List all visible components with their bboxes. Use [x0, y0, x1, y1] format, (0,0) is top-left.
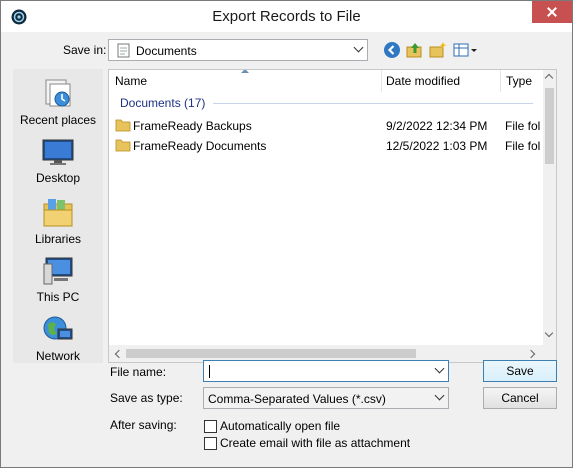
auto-open-checkbox[interactable] — [204, 420, 217, 433]
title-bar: Export Records to File — [1, 1, 572, 32]
dialog-title: Export Records to File — [212, 8, 361, 25]
vertical-scroll-thumb[interactable] — [545, 88, 554, 164]
chevron-down-icon[interactable] — [434, 390, 445, 401]
place-label: Libraries — [34, 232, 82, 246]
file-date: 9/2/2022 12:34 PM — [386, 119, 488, 133]
column-header-type[interactable]: Type — [506, 70, 532, 92]
save-as-type-value: Comma-Separated Values (*.csv) — [208, 392, 386, 406]
place-label: This PC — [36, 290, 80, 304]
save-as-type-select[interactable]: Comma-Separated Values (*.csv) — [203, 387, 449, 409]
create-email-checkbox[interactable] — [204, 437, 217, 450]
column-divider[interactable] — [500, 70, 501, 92]
file-name-label: File name: — [110, 365, 167, 379]
up-folder-icon[interactable] — [406, 41, 424, 59]
column-header-date-modified[interactable]: Date modified — [386, 70, 460, 92]
save-in-combo[interactable]: Documents — [108, 39, 368, 61]
list-item[interactable]: FrameReady Documents 12/5/2022 1:03 PM F… — [109, 136, 543, 156]
scroll-right-icon[interactable] — [526, 349, 536, 359]
file-type: File fol — [505, 139, 541, 153]
save-in-value: Documents — [136, 44, 197, 58]
place-network[interactable]: Network — [13, 315, 103, 363]
place-label: Network — [35, 349, 80, 363]
network-icon — [43, 316, 73, 340]
group-header[interactable]: Documents (17) — [120, 96, 205, 110]
libraries-icon — [43, 199, 73, 227]
folder-icon — [115, 119, 131, 132]
this-pc-icon — [43, 257, 73, 285]
file-date: 12/5/2022 1:03 PM — [386, 139, 488, 153]
chevron-down-icon[interactable] — [434, 363, 445, 374]
create-email-label[interactable]: Create email with file as attachment — [220, 436, 410, 450]
place-this-pc[interactable]: This PC — [13, 256, 103, 304]
view-menu-icon[interactable] — [453, 41, 479, 59]
group-divider — [213, 103, 533, 104]
column-header-name[interactable]: Name — [115, 70, 147, 92]
place-desktop[interactable]: Desktop — [13, 137, 103, 185]
chevron-down-icon[interactable] — [353, 42, 364, 53]
file-list[interactable]: Name Date modified Type Documents (17) F… — [108, 69, 557, 363]
back-arrow-icon[interactable] — [383, 41, 401, 59]
text-caret — [209, 365, 210, 378]
scroll-left-icon[interactable] — [114, 349, 124, 359]
auto-open-label[interactable]: Automatically open file — [220, 419, 340, 433]
place-label: Desktop — [35, 171, 81, 185]
place-recent-places[interactable]: Recent places — [13, 77, 103, 127]
cancel-button[interactable]: Cancel — [483, 387, 557, 409]
save-as-type-label: Save as type: — [110, 391, 183, 405]
scroll-up-icon[interactable] — [544, 73, 554, 83]
close-button[interactable] — [532, 1, 572, 23]
documents-folder-icon — [117, 43, 130, 58]
vertical-scrollbar[interactable] — [543, 70, 556, 345]
recent-places-icon — [45, 79, 71, 107]
file-type: File fol — [505, 119, 541, 133]
export-dialog: Export Records to File Save in: Document… — [0, 0, 573, 468]
file-name-field[interactable] — [203, 360, 449, 382]
file-name: FrameReady Documents — [133, 139, 267, 153]
save-in-label: Save in: — [63, 43, 107, 57]
places-bar: Recent places Desktop Libraries This PC … — [13, 69, 103, 363]
scroll-down-icon[interactable] — [544, 328, 554, 338]
after-saving-label: After saving: — [110, 418, 177, 432]
horizontal-scroll-thumb[interactable] — [126, 349, 416, 358]
sort-ascending-icon — [241, 70, 249, 73]
place-libraries[interactable]: Libraries — [13, 196, 103, 246]
file-name: FrameReady Backups — [133, 119, 252, 133]
desktop-icon — [42, 139, 74, 165]
column-divider[interactable] — [381, 70, 382, 92]
save-button[interactable]: Save — [483, 360, 557, 382]
place-label: Recent places — [19, 113, 97, 127]
new-folder-icon[interactable] — [429, 41, 447, 59]
list-item[interactable]: FrameReady Backups 9/2/2022 12:34 PM Fil… — [109, 116, 543, 136]
folder-icon — [115, 139, 131, 152]
